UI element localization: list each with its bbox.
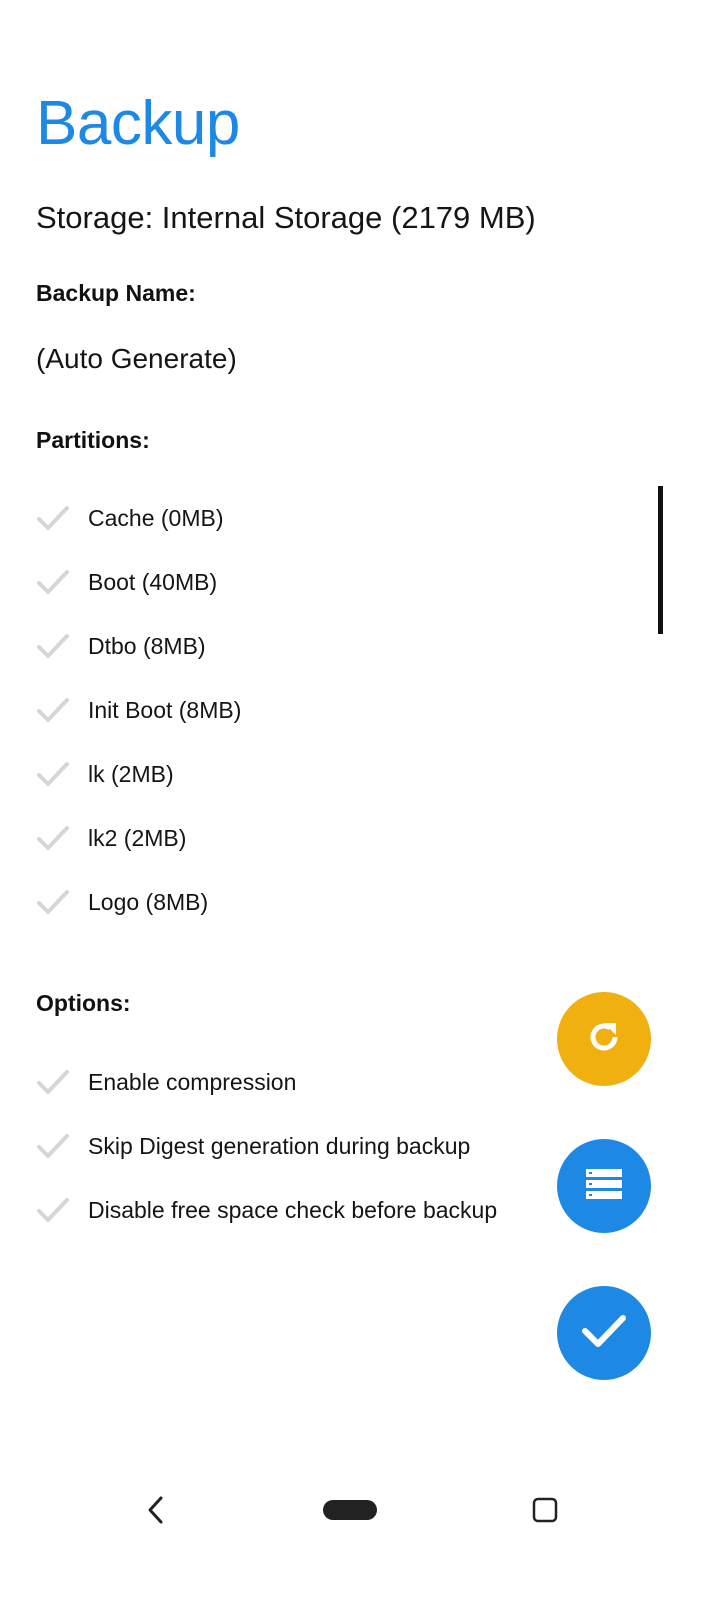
option-label: Disable free space check before backup [88,1196,498,1223]
check-icon [36,501,70,535]
partitions-list: Cache (0MB) Boot (40MB) Dtbo (8MB) Init … [36,486,241,934]
check-icon [36,565,70,599]
check-icon [36,757,70,791]
partition-item-cache[interactable]: Cache (0MB) [36,486,241,550]
storage-selector[interactable]: Storage: Internal Storage (2179 MB) [36,200,536,236]
options-list: Enable compression Skip Digest generatio… [36,1050,497,1242]
partition-label: Cache (0MB) [88,504,224,531]
check-icon [579,1311,629,1356]
option-label: Skip Digest generation during backup [88,1132,471,1159]
check-icon [36,821,70,855]
check-icon [36,629,70,663]
partition-item-lk2[interactable]: lk2 (2MB) [36,806,241,870]
back-chevron-icon [146,1495,166,1530]
storage-list-button[interactable] [557,1139,651,1233]
refresh-icon [582,1015,626,1064]
scrollbar[interactable] [658,486,663,634]
option-disable-free-space-check[interactable]: Disable free space check before backup [36,1178,497,1242]
recents-square-icon [532,1497,558,1528]
option-skip-digest[interactable]: Skip Digest generation during backup [36,1114,497,1178]
partition-label: Dtbo (8MB) [88,632,206,659]
option-enable-compression[interactable]: Enable compression [36,1050,497,1114]
home-pill-icon [322,1499,378,1526]
partition-label: Logo (8MB) [88,888,209,915]
home-button[interactable] [318,1496,382,1528]
partition-item-logo[interactable]: Logo (8MB) [36,870,241,934]
back-button[interactable] [136,1492,176,1532]
navigation-bar [0,1470,720,1560]
partition-label: Init Boot (8MB) [88,696,242,723]
check-icon [36,1193,70,1227]
storage-list-icon [584,1167,624,1206]
options-label: Options: [36,990,131,1016]
partition-item-init-boot[interactable]: Init Boot (8MB) [36,678,241,742]
partition-label: Boot (40MB) [88,568,218,595]
option-label: Enable compression [88,1068,297,1095]
recents-button[interactable] [525,1492,565,1532]
check-icon [36,1065,70,1099]
partition-item-boot[interactable]: Boot (40MB) [36,550,241,614]
backup-name-label: Backup Name: [36,280,196,306]
backup-name-field[interactable]: (Auto Generate) [36,343,237,375]
partition-item-lk[interactable]: lk (2MB) [36,742,241,806]
check-icon [36,693,70,727]
partitions-label: Partitions: [36,427,150,453]
partition-item-dtbo[interactable]: Dtbo (8MB) [36,614,241,678]
partition-label: lk2 (2MB) [88,824,187,851]
refresh-button[interactable] [557,992,651,1086]
partition-label: lk (2MB) [88,760,174,787]
check-icon [36,1129,70,1163]
confirm-backup-button[interactable] [557,1286,651,1380]
check-icon [36,885,70,919]
page-title: Backup [36,89,240,158]
